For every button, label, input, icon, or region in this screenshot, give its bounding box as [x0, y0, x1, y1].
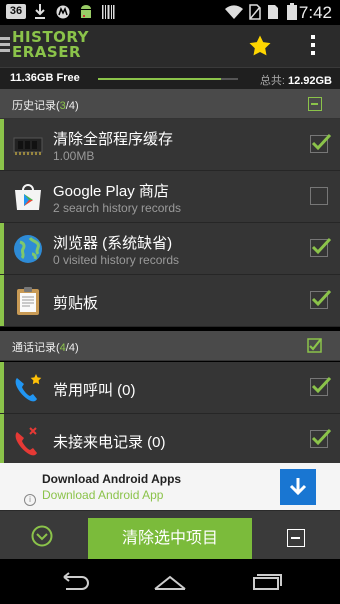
checkbox-browser[interactable]: [310, 237, 332, 257]
checkbox-missed-calls[interactable]: [310, 428, 332, 448]
checkbox-clipboard[interactable]: [310, 289, 332, 309]
list-item-missed-calls[interactable]: 未接来电记录 (0): [0, 414, 340, 466]
section-history-header[interactable]: 历史记录(3/4): [0, 89, 340, 119]
free-space-label: 11.36GB Free: [10, 72, 80, 84]
list-item-frequent-calls[interactable]: 常用呼叫 (0): [0, 362, 340, 414]
motorola-icon: [56, 5, 70, 19]
download-icon: [35, 4, 45, 19]
battery-icon: [287, 3, 297, 20]
logo-line2: ERASER: [12, 43, 82, 61]
list-item-browser[interactable]: 浏览器 (系统缺省) 0 visited history records: [0, 223, 340, 275]
bottom-action-bar: 清除选中项目: [0, 510, 340, 559]
section-calls-title: 通话记录(4/4): [12, 342, 79, 354]
ad-download-button[interactable]: [280, 469, 316, 505]
google-play-icon: [15, 184, 41, 210]
download-arrow-icon: [289, 478, 307, 496]
favorite-call-icon: [15, 374, 42, 402]
back-icon[interactable]: [56, 572, 92, 592]
list-item-title: 未接来电记录 (0): [53, 434, 166, 451]
list-item-title: 清除全部程序缓存: [53, 131, 174, 148]
checkbox-google-play[interactable]: [310, 187, 328, 205]
app-logo: HISTORY ERASER: [12, 30, 89, 60]
select-all-toggle-icon[interactable]: [31, 525, 53, 547]
overflow-menu-icon[interactable]: [306, 35, 320, 59]
total-space-value: 12.92GB: [287, 75, 332, 87]
recent-apps-icon[interactable]: [248, 572, 284, 592]
missed-call-icon: [15, 427, 37, 456]
no-sim-icon: [249, 4, 261, 20]
ad-title: Download Android Apps: [42, 472, 182, 486]
system-nav-bar: [0, 559, 340, 604]
section-history-toggle[interactable]: [308, 97, 322, 111]
status-bar: 36 7:42: [0, 0, 340, 25]
drawer-menu-icon[interactable]: [0, 37, 10, 55]
notification-count-badge: 36: [6, 4, 26, 19]
list-item-title: Google Play 商店: [53, 183, 169, 200]
checkbox-app-cache[interactable]: [310, 133, 332, 153]
app-bar: HISTORY ERASER: [0, 25, 340, 67]
list-item-title: 常用呼叫 (0): [53, 382, 136, 399]
list-item-subtitle: 1.00MB: [53, 149, 95, 163]
total-space: 总共: 12.92GB: [260, 72, 332, 88]
list-item-subtitle: 2 search history records: [53, 201, 182, 215]
storage-bar: 11.36GB Free 总共: 12.92GB: [0, 67, 340, 89]
list-item-title: 浏览器 (系统缺省): [53, 235, 173, 252]
checkbox-frequent-calls[interactable]: [310, 376, 332, 396]
clipboard-icon: [17, 287, 39, 315]
data-sim-icon: [268, 5, 278, 19]
memory-chip-icon: [13, 137, 43, 155]
section-history-title: 历史记录(3/4): [12, 100, 79, 112]
storage-progress: [98, 78, 238, 80]
list-item-app-cache[interactable]: 清除全部程序缓存 1.00MB: [0, 119, 340, 171]
globe-icon: [14, 235, 42, 263]
list-item-clipboard[interactable]: 剪贴板: [0, 275, 340, 327]
ad-subtitle: Download Android App: [42, 488, 164, 502]
clock: 7:42: [298, 3, 332, 22]
ad-info-icon[interactable]: i: [24, 494, 36, 506]
total-space-label: 总共:: [259, 75, 285, 87]
home-icon[interactable]: [152, 572, 188, 592]
section-calls-toggle[interactable]: [307, 338, 322, 353]
android-icon: [81, 5, 91, 18]
list-item-subtitle: 0 visited history records: [53, 253, 180, 267]
star-icon[interactable]: [248, 34, 272, 58]
barcode-icon: [102, 5, 115, 19]
wifi-icon: [225, 5, 243, 20]
list-item-google-play[interactable]: Google Play 商店 2 search history records: [0, 171, 340, 223]
storage-progress-fill: [98, 78, 222, 80]
deselect-button[interactable]: [287, 529, 305, 547]
list-item-title: 剪贴板: [53, 295, 99, 312]
section-calls-header[interactable]: 通话记录(4/4): [0, 331, 340, 361]
clear-selected-button[interactable]: 清除选中项目: [88, 518, 252, 559]
ad-banner[interactable]: Download Android Apps Download Android A…: [0, 463, 340, 510]
